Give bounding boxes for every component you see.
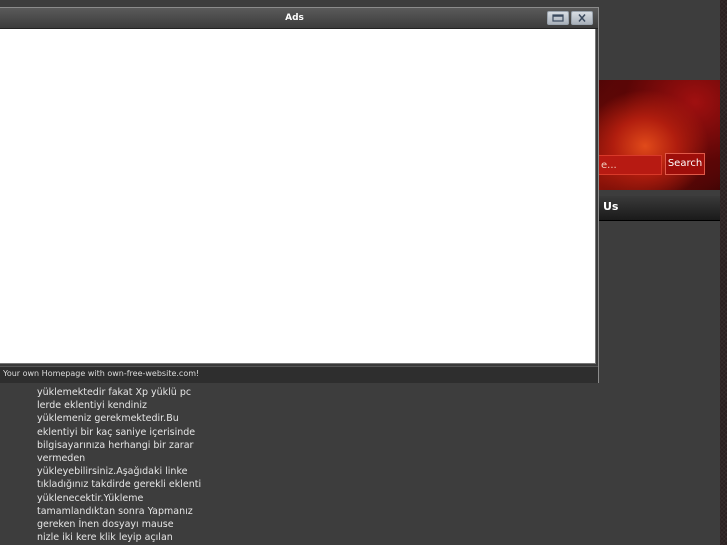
- search-button[interactable]: Search: [665, 153, 705, 175]
- article-line: tamamlandıktan sonra Yapmanız: [37, 505, 193, 517]
- ads-popup-window: Ads Your own Homepage with own-free-webs…: [0, 7, 599, 383]
- navigation-bar: Us: [595, 196, 720, 221]
- article-line: lerde eklentiyi kendiniz: [37, 400, 147, 412]
- maximize-button[interactable]: [547, 11, 569, 25]
- article-line: bilgisayarınıza herhangi bir zarar: [37, 439, 194, 451]
- article-text: yüklemektedir fakat Xp yüklü pc lerde ek…: [37, 386, 202, 544]
- article-line: yükleyebilirsiniz.Aşağıdaki linke: [37, 466, 188, 478]
- article-line: yüklenecektir.Yükleme: [37, 492, 144, 504]
- maximize-icon: [552, 14, 564, 22]
- close-icon: [578, 14, 586, 22]
- ads-content-area[interactable]: [0, 29, 596, 364]
- article-line: eklentiyi bir kaç saniye içerisinde: [37, 426, 196, 438]
- article-line: yüklemeniz gerekmektedir.Bu: [37, 413, 179, 425]
- ads-popup-title: Ads: [285, 13, 304, 23]
- article-line: gereken İnen dosyayı mause: [37, 519, 174, 531]
- article-line: tıkladığınız takdirde gerekli eklenti: [37, 479, 202, 491]
- ads-footer-link[interactable]: Your own Homepage with own-free-website.…: [3, 369, 199, 378]
- close-button[interactable]: [571, 11, 593, 25]
- article-line: nizle iki kere klik leyip açılan: [37, 532, 173, 544]
- article-line: vermeden: [37, 453, 86, 465]
- article-line: yüklemektedir fakat Xp yüklü pc: [37, 387, 192, 398]
- ads-popup-footer: Your own Homepage with own-free-website.…: [0, 366, 598, 383]
- nav-item-contact-us[interactable]: Us: [603, 200, 618, 213]
- ads-popup-titlebar[interactable]: Ads: [0, 8, 598, 29]
